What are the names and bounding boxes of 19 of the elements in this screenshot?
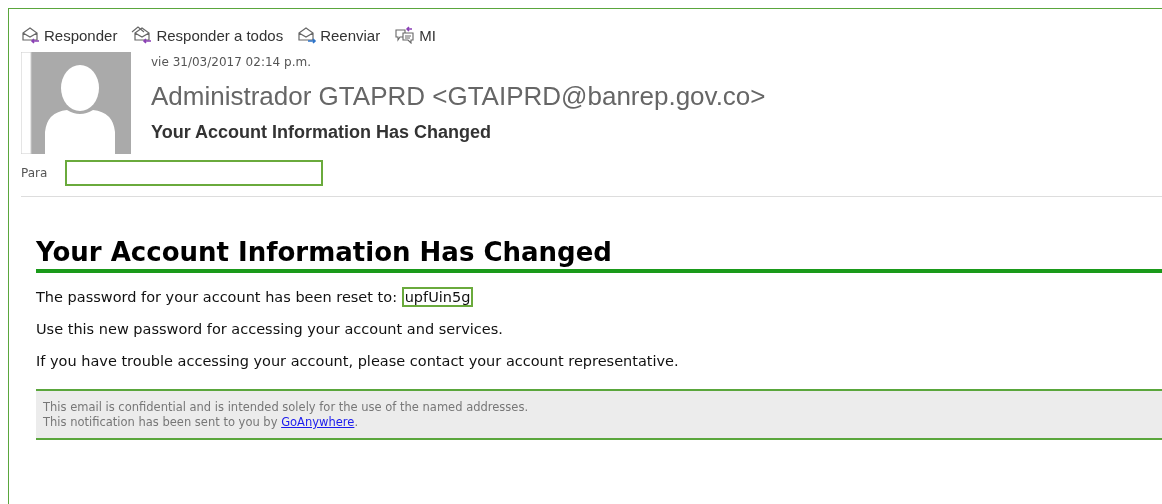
body-text: The password for your account has been reset to:	[36, 289, 398, 305]
envelope-icon	[21, 26, 41, 44]
password-text: upfUin5g	[401, 287, 474, 307]
body-paragraph: If you have trouble accessing your account, please contact your account representative.	[36, 353, 680, 369]
chat-icon	[394, 26, 417, 44]
toolbar-button[interactable]: Responder	[21, 26, 118, 44]
avatar-icon	[21, 52, 131, 154]
message-date: vie 31/03/2017 02:14 p.m.	[151, 55, 312, 69]
toolbar-button[interactable]: MI	[394, 26, 436, 44]
envelopes-icon	[131, 26, 154, 44]
sender-name: Administrador GTAPRD <GTAIPRD@banrep.gov.co>	[151, 81, 766, 112]
toolbar-button[interactable]: Responder a todos	[131, 26, 284, 44]
body-paragraph: Use this new password for accessing your account and services.	[36, 321, 504, 337]
footer-note: This email is confidential and is intended solely for the use of the named addresses. This notification has been sent to you by GoAnywhere.	[36, 389, 1162, 440]
recipient-label: Para	[21, 166, 48, 180]
message-subject: Your Account Information Has Changed	[151, 122, 492, 143]
envelope-icon	[297, 26, 318, 44]
email-heading: Your Account Information Has Changed	[36, 235, 1162, 273]
toolbar-button[interactable]: Reenviar	[297, 26, 381, 44]
